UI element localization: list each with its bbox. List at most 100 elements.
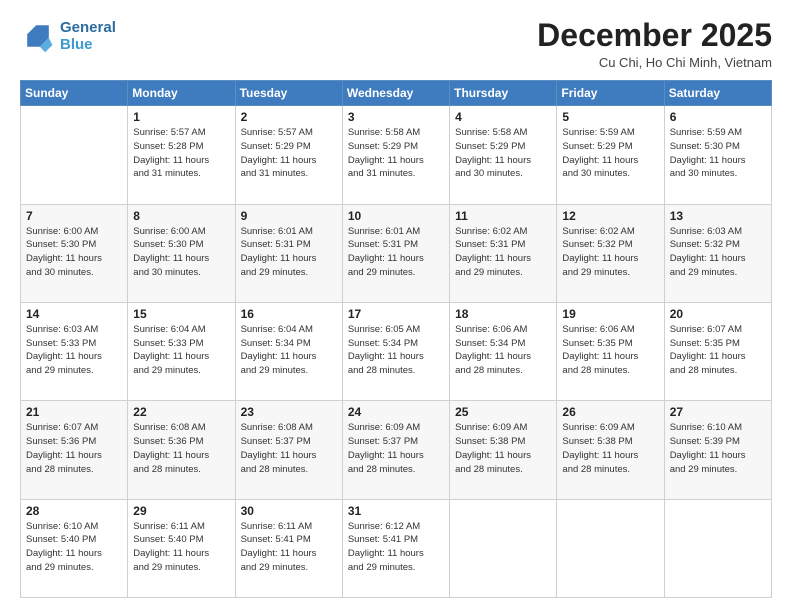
day-number: 25 bbox=[455, 405, 551, 419]
calendar-cell: 8Sunrise: 6:00 AMSunset: 5:30 PMDaylight… bbox=[128, 204, 235, 302]
calendar-cell: 3 Sunrise: 5:58 AMSunset: 5:29 PMDaylight… bbox=[342, 106, 449, 204]
calendar-cell: 5 Sunrise: 5:59 AMSunset: 5:29 PMDaylight… bbox=[557, 106, 664, 204]
calendar-cell bbox=[557, 499, 664, 597]
day-info: Sunrise: 5:57 AMSunset: 5:29 PMDaylight:… bbox=[241, 126, 337, 181]
day-number: 27 bbox=[670, 405, 766, 419]
calendar-cell: 21Sunrise: 6:07 AMSunset: 5:36 PMDayligh… bbox=[21, 401, 128, 499]
day-number: 12 bbox=[562, 209, 658, 223]
calendar-cell: 20 Sunrise: 6:07 AMSunset: 5:35 PMDayligh… bbox=[664, 302, 771, 400]
day-number: 19 bbox=[562, 307, 658, 321]
calendar-cell: 6 Sunrise: 5:59 AMSunset: 5:30 PMDaylight… bbox=[664, 106, 771, 204]
day-info: Sunrise: 6:12 AMSunset: 5:41 PMDaylight:… bbox=[348, 520, 444, 575]
page: General Blue December 2025 Cu Chi, Ho Ch… bbox=[0, 0, 792, 612]
day-number: 28 bbox=[26, 504, 122, 518]
logo: General Blue bbox=[20, 18, 116, 54]
weekday-header-sunday: Sunday bbox=[21, 81, 128, 106]
logo-text: General Blue bbox=[60, 19, 116, 53]
day-info: Sunrise: 6:05 AMSunset: 5:34 PMDaylight:… bbox=[348, 323, 444, 378]
week-row-3: 14Sunrise: 6:03 AMSunset: 5:33 PMDayligh… bbox=[21, 302, 772, 400]
day-number: 24 bbox=[348, 405, 444, 419]
day-number: 26 bbox=[562, 405, 658, 419]
title-block: December 2025 Cu Chi, Ho Chi Minh, Vietn… bbox=[537, 18, 772, 70]
weekday-header-wednesday: Wednesday bbox=[342, 81, 449, 106]
calendar-table: SundayMondayTuesdayWednesdayThursdayFrid… bbox=[20, 80, 772, 598]
calendar-cell: 30 Sunrise: 6:11 AMSunset: 5:41 PMDayligh… bbox=[235, 499, 342, 597]
calendar-cell: 15 Sunrise: 6:04 AMSunset: 5:33 PMDayligh… bbox=[128, 302, 235, 400]
calendar-cell: 2 Sunrise: 5:57 AMSunset: 5:29 PMDaylight… bbox=[235, 106, 342, 204]
calendar-cell: 28Sunrise: 6:10 AMSunset: 5:40 PMDayligh… bbox=[21, 499, 128, 597]
day-info: Sunrise: 6:09 AMSunset: 5:37 PMDaylight:… bbox=[348, 421, 444, 476]
calendar-cell: 12Sunrise: 6:02 AMSunset: 5:32 PMDayligh… bbox=[557, 204, 664, 302]
day-number: 2 bbox=[241, 110, 337, 124]
day-info: Sunrise: 6:01 AMSunset: 5:31 PMDaylight:… bbox=[348, 225, 444, 280]
header: General Blue December 2025 Cu Chi, Ho Ch… bbox=[20, 18, 772, 70]
day-number: 22 bbox=[133, 405, 229, 419]
day-info: Sunrise: 5:58 AMSunset: 5:29 PMDaylight:… bbox=[348, 126, 444, 181]
location: Cu Chi, Ho Chi Minh, Vietnam bbox=[537, 55, 772, 70]
day-number: 18 bbox=[455, 307, 551, 321]
calendar-cell: 18 Sunrise: 6:06 AMSunset: 5:34 PMDayligh… bbox=[450, 302, 557, 400]
day-number: 1 bbox=[133, 110, 229, 124]
day-number: 9 bbox=[241, 209, 337, 223]
day-info: Sunrise: 6:11 AMSunset: 5:40 PMDaylight:… bbox=[133, 520, 229, 575]
day-info: Sunrise: 6:04 AMSunset: 5:34 PMDaylight:… bbox=[241, 323, 337, 378]
day-number: 10 bbox=[348, 209, 444, 223]
calendar-cell: 27 Sunrise: 6:10 AMSunset: 5:39 PMDayligh… bbox=[664, 401, 771, 499]
calendar-cell: 14Sunrise: 6:03 AMSunset: 5:33 PMDayligh… bbox=[21, 302, 128, 400]
day-info: Sunrise: 6:06 AMSunset: 5:35 PMDaylight:… bbox=[562, 323, 658, 378]
day-number: 11 bbox=[455, 209, 551, 223]
day-number: 17 bbox=[348, 307, 444, 321]
day-info: Sunrise: 6:03 AMSunset: 5:32 PMDaylight:… bbox=[670, 225, 766, 280]
day-number: 13 bbox=[670, 209, 766, 223]
day-info: Sunrise: 6:07 AMSunset: 5:36 PMDaylight:… bbox=[26, 421, 122, 476]
logo-icon bbox=[20, 18, 56, 54]
day-info: Sunrise: 5:59 AMSunset: 5:30 PMDaylight:… bbox=[670, 126, 766, 181]
weekday-header-monday: Monday bbox=[128, 81, 235, 106]
day-info: Sunrise: 6:04 AMSunset: 5:33 PMDaylight:… bbox=[133, 323, 229, 378]
day-number: 31 bbox=[348, 504, 444, 518]
day-info: Sunrise: 5:59 AMSunset: 5:29 PMDaylight:… bbox=[562, 126, 658, 181]
calendar-cell: 26Sunrise: 6:09 AMSunset: 5:38 PMDayligh… bbox=[557, 401, 664, 499]
day-info: Sunrise: 6:03 AMSunset: 5:33 PMDaylight:… bbox=[26, 323, 122, 378]
calendar-cell: 31 Sunrise: 6:12 AMSunset: 5:41 PMDayligh… bbox=[342, 499, 449, 597]
day-info: Sunrise: 6:11 AMSunset: 5:41 PMDaylight:… bbox=[241, 520, 337, 575]
day-info: Sunrise: 5:58 AMSunset: 5:29 PMDaylight:… bbox=[455, 126, 551, 181]
day-number: 7 bbox=[26, 209, 122, 223]
calendar-cell: 23 Sunrise: 6:08 AMSunset: 5:37 PMDayligh… bbox=[235, 401, 342, 499]
day-info: Sunrise: 6:02 AMSunset: 5:31 PMDaylight:… bbox=[455, 225, 551, 280]
day-number: 16 bbox=[241, 307, 337, 321]
calendar-cell: 9 Sunrise: 6:01 AMSunset: 5:31 PMDaylight… bbox=[235, 204, 342, 302]
day-info: Sunrise: 6:07 AMSunset: 5:35 PMDaylight:… bbox=[670, 323, 766, 378]
day-info: Sunrise: 6:08 AMSunset: 5:37 PMDaylight:… bbox=[241, 421, 337, 476]
calendar-cell: 11 Sunrise: 6:02 AMSunset: 5:31 PMDayligh… bbox=[450, 204, 557, 302]
month-title: December 2025 bbox=[537, 18, 772, 53]
weekday-header-tuesday: Tuesday bbox=[235, 81, 342, 106]
calendar-cell: 24 Sunrise: 6:09 AMSunset: 5:37 PMDayligh… bbox=[342, 401, 449, 499]
day-info: Sunrise: 6:10 AMSunset: 5:39 PMDaylight:… bbox=[670, 421, 766, 476]
week-row-2: 7Sunrise: 6:00 AMSunset: 5:30 PMDaylight… bbox=[21, 204, 772, 302]
calendar-cell: 16 Sunrise: 6:04 AMSunset: 5:34 PMDayligh… bbox=[235, 302, 342, 400]
week-row-4: 21Sunrise: 6:07 AMSunset: 5:36 PMDayligh… bbox=[21, 401, 772, 499]
calendar-cell: 1Sunrise: 5:57 AMSunset: 5:28 PMDaylight… bbox=[128, 106, 235, 204]
day-number: 30 bbox=[241, 504, 337, 518]
calendar-body: 1Sunrise: 5:57 AMSunset: 5:28 PMDaylight… bbox=[21, 106, 772, 598]
day-number: 15 bbox=[133, 307, 229, 321]
day-number: 5 bbox=[562, 110, 658, 124]
week-row-1: 1Sunrise: 5:57 AMSunset: 5:28 PMDaylight… bbox=[21, 106, 772, 204]
weekday-header-friday: Friday bbox=[557, 81, 664, 106]
calendar-cell: 19 Sunrise: 6:06 AMSunset: 5:35 PMDayligh… bbox=[557, 302, 664, 400]
calendar-cell: 17 Sunrise: 6:05 AMSunset: 5:34 PMDayligh… bbox=[342, 302, 449, 400]
day-number: 20 bbox=[670, 307, 766, 321]
day-number: 6 bbox=[670, 110, 766, 124]
day-number: 3 bbox=[348, 110, 444, 124]
calendar-cell: 7Sunrise: 6:00 AMSunset: 5:30 PMDaylight… bbox=[21, 204, 128, 302]
day-info: Sunrise: 6:01 AMSunset: 5:31 PMDaylight:… bbox=[241, 225, 337, 280]
weekday-header-thursday: Thursday bbox=[450, 81, 557, 106]
day-info: Sunrise: 6:06 AMSunset: 5:34 PMDaylight:… bbox=[455, 323, 551, 378]
weekday-header-row: SundayMondayTuesdayWednesdayThursdayFrid… bbox=[21, 81, 772, 106]
day-number: 29 bbox=[133, 504, 229, 518]
calendar-cell bbox=[450, 499, 557, 597]
week-row-5: 28Sunrise: 6:10 AMSunset: 5:40 PMDayligh… bbox=[21, 499, 772, 597]
day-number: 23 bbox=[241, 405, 337, 419]
calendar-cell: 10 Sunrise: 6:01 AMSunset: 5:31 PMDayligh… bbox=[342, 204, 449, 302]
